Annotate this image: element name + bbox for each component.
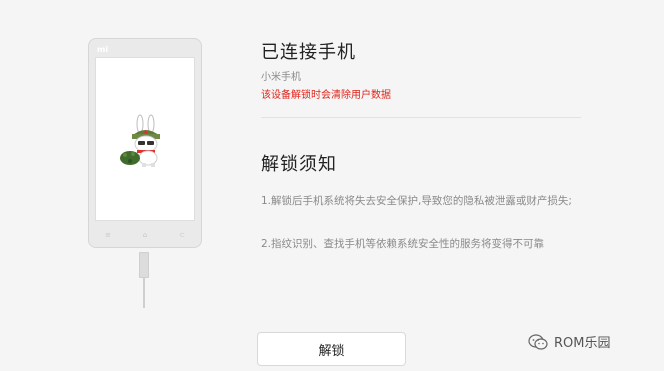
- back-key-icon: ⊂: [179, 231, 185, 239]
- usb-plug: [139, 252, 149, 278]
- mitu-bunny-icon: [120, 114, 160, 167]
- watermark: ROM乐园: [528, 332, 610, 351]
- device-name: 小米手机: [261, 72, 301, 83]
- home-key-icon: ⌂: [142, 231, 148, 239]
- divider: [261, 117, 581, 118]
- mi-logo: mi: [97, 45, 109, 54]
- unlock-button[interactable]: 解锁: [257, 332, 406, 366]
- notice-item-1: 1.解锁后手机系统将失去安全保护,导致您的隐私被泄露或财产损失;: [261, 195, 572, 207]
- phone-screen: [95, 57, 195, 221]
- phone-nav-keys: ≡ ⌂ ⊂: [89, 231, 201, 239]
- phone-illustration: mi ≡ ⌂ ⊂: [88, 38, 202, 248]
- menu-key-icon: ≡: [104, 231, 111, 239]
- watermark-text: ROM乐园: [554, 336, 611, 351]
- usb-cable: [143, 278, 145, 308]
- notice-item-2: 2.指纹识别、查找手机等依赖系统安全性的服务将变得不可靠: [261, 238, 545, 250]
- wechat-icon: [528, 333, 548, 350]
- data-wipe-warning: 该设备解锁时会清除用户数据: [261, 90, 391, 101]
- notice-title: 解锁须知: [261, 154, 337, 175]
- page-title: 已连接手机: [261, 42, 356, 63]
